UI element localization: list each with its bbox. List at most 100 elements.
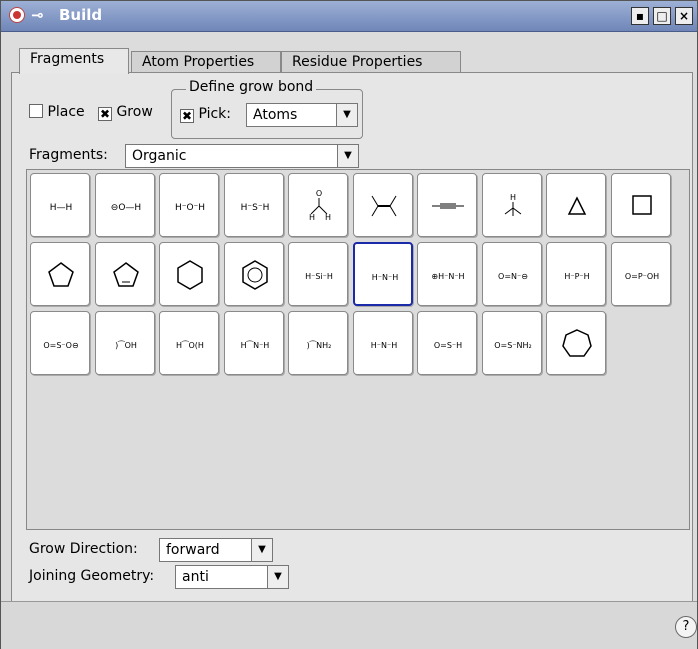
fragment-ammonia[interactable]: H⁻N⁻H [352,242,413,306]
pick-select[interactable]: Atoms ▼ [246,103,358,127]
grow-direction-select[interactable]: forward ▼ [159,538,273,562]
cyclohexane-icon [177,260,203,290]
fragment-cyclopentadiene[interactable] [94,242,155,306]
define-grow-bond-group: Define grow bond ✖ Pick: Atoms ▼ [171,79,363,139]
fragment-water[interactable]: H⁻O⁻H [159,173,219,237]
formaldehyde-icon: O H H [309,189,331,222]
window-title: Build [59,6,103,24]
fragment-sulfonate[interactable]: O=S⁻O⊖ [30,311,90,375]
fragment-hydrogen[interactable]: H—H [30,173,90,237]
group-title: Define grow bond [186,79,317,95]
acetylene-icon [432,203,464,209]
svg-text:H⁻Si⁻H: H⁻Si⁻H [305,272,333,281]
fragment-sulfoxide[interactable]: O=S⁻H [417,311,477,375]
amide-icon: H⁀N⁻H [240,340,269,350]
place-checkbox-box[interactable] [29,104,43,118]
fragment-benzene[interactable] [223,242,284,306]
place-checkbox[interactable]: Place [29,104,85,120]
svg-text:H—H: H—H [50,203,73,213]
pick-label: Pick: [198,106,231,122]
fragment-cyclohexane[interactable] [159,242,219,306]
fragment-acetylene[interactable] [417,173,477,237]
carboxamide-icon: )⁀NH₂ [307,340,332,350]
tab-residue-properties[interactable]: Residue Properties [281,51,461,73]
sulfonate-icon: O=S⁻O⊖ [43,341,78,350]
minimize-button[interactable]: ▪ [631,7,649,25]
fragment-carboxylic-acid[interactable]: )⁀OH [94,311,155,375]
fragment-methane[interactable]: H [481,173,542,237]
svg-text:H⁻N⁻H: H⁻N⁻H [371,273,397,282]
build-window: ⊸ Build ▪ □ × Fragments Atom Properties … [0,0,698,649]
tab-atom-properties[interactable]: Atom Properties [131,51,281,73]
close-button[interactable]: × [675,7,693,25]
fragment-triangle-cyclopropane[interactable] [546,173,606,237]
fragment-carboxamide[interactable]: )⁀NH₂ [288,311,348,375]
svg-text:O=S⁻H: O=S⁻H [434,341,462,350]
chevron-down-icon[interactable]: ▼ [267,566,288,588]
fragment-category-value: Organic [132,148,187,164]
tab-fragments[interactable]: Fragments [19,48,129,74]
grow-label: Grow [116,104,153,120]
pick-checkbox[interactable]: ✖ Pick: [180,106,231,123]
fragment-silane[interactable]: H⁻Si⁻H [288,242,348,306]
help-button[interactable]: ? [675,616,697,638]
status-bar [1,601,697,649]
svg-text:H: H [309,213,315,222]
svg-text:)⁀OH: )⁀OH [115,340,137,350]
fragment-category-select[interactable]: Organic ▼ [125,144,359,168]
fragment-amine[interactable]: H⁻N⁻H [352,311,413,375]
triangle-cyclopropane-icon [567,196,587,215]
fragment-grid: H—H ⊖O—H H⁻O⁻H H⁻S⁻H O H H H H⁻Si⁻H H⁻N⁻H ⊕H⁻N⁻H O=… [26,169,690,530]
maximize-button[interactable]: □ [653,7,671,25]
sulfoxide-icon: O=S⁻H [434,341,462,350]
nitro-icon: O=N⁻⊖ [498,272,528,281]
fragment-phosphonate[interactable]: O=P⁻OH [610,242,671,306]
fragment-hydroxide[interactable]: ⊖O—H [94,173,155,237]
ethylene-icon [371,195,396,217]
svg-text:O=S⁻O⊖: O=S⁻O⊖ [43,341,78,350]
square-cyclobutane-icon [631,195,652,215]
chevron-down-icon[interactable]: ▼ [336,104,357,126]
fragment-square-cyclobutane[interactable] [610,173,671,237]
fragment-hydrogen-sulfide[interactable]: H⁻S⁻H [223,173,284,237]
fragment-sulfinamide[interactable]: O=S⁻NH₂ [481,311,542,375]
hydroxide-icon: ⊖O—H [110,203,140,213]
svg-text:O: O [316,189,322,198]
fragment-cyclopentane[interactable] [30,242,90,306]
fragments-label: Fragments: [29,147,108,163]
hydrogen-sulfide-icon: H⁻S⁻H [240,203,269,213]
svg-text:O=S⁻NH₂: O=S⁻NH₂ [494,341,532,350]
svg-text:H⁻O⁻H: H⁻O⁻H [175,203,205,213]
svg-text:H⁀N⁻H: H⁀N⁻H [240,340,269,350]
chevron-down-icon[interactable]: ▼ [251,539,272,561]
fragment-ethylene[interactable] [352,173,413,237]
hydrogen-icon: H—H [50,203,73,213]
water-icon: H⁻O⁻H [175,203,205,213]
svg-text:⊕H⁻N⁻H: ⊕H⁻N⁻H [431,272,464,281]
cyclopentadiene-icon [112,262,139,287]
fragment-ester[interactable]: H⁀O(H [159,311,219,375]
pin-icon[interactable]: ⊸ [31,6,44,24]
chevron-down-icon[interactable]: ▼ [337,145,358,167]
pick-value: Atoms [253,107,298,123]
joining-geometry-select[interactable]: anti ▼ [175,565,289,589]
title-bar[interactable]: ⊸ Build ▪ □ × [1,1,697,32]
joining-geometry-value: anti [182,569,209,585]
svg-text:H⁻S⁻H: H⁻S⁻H [240,203,269,213]
fragment-formaldehyde[interactable]: O H H [288,173,348,237]
fragment-phosphine[interactable]: H⁻P⁻H [546,242,606,306]
ammonia-icon: H⁻N⁻H [371,273,397,282]
grow-direction-value: forward [166,542,220,558]
sulfinamide-icon: O=S⁻NH₂ [494,341,532,350]
fragment-nitro[interactable]: O=N⁻⊖ [481,242,542,306]
pick-checkbox-box[interactable]: ✖ [180,109,194,123]
place-label: Place [47,104,85,120]
fragment-amide[interactable]: H⁀N⁻H [223,311,284,375]
joining-geometry-label: Joining Geometry: [29,568,155,584]
svg-text:H⁀O(H: H⁀O(H [176,340,204,350]
fragment-cycloheptane[interactable] [546,311,606,375]
grow-checkbox[interactable]: ✖ Grow [98,104,153,121]
fragment-ammonium[interactable]: ⊕H⁻N⁻H [417,242,477,306]
svg-text:H⁻P⁻H: H⁻P⁻H [564,272,589,281]
grow-checkbox-box[interactable]: ✖ [98,107,112,121]
